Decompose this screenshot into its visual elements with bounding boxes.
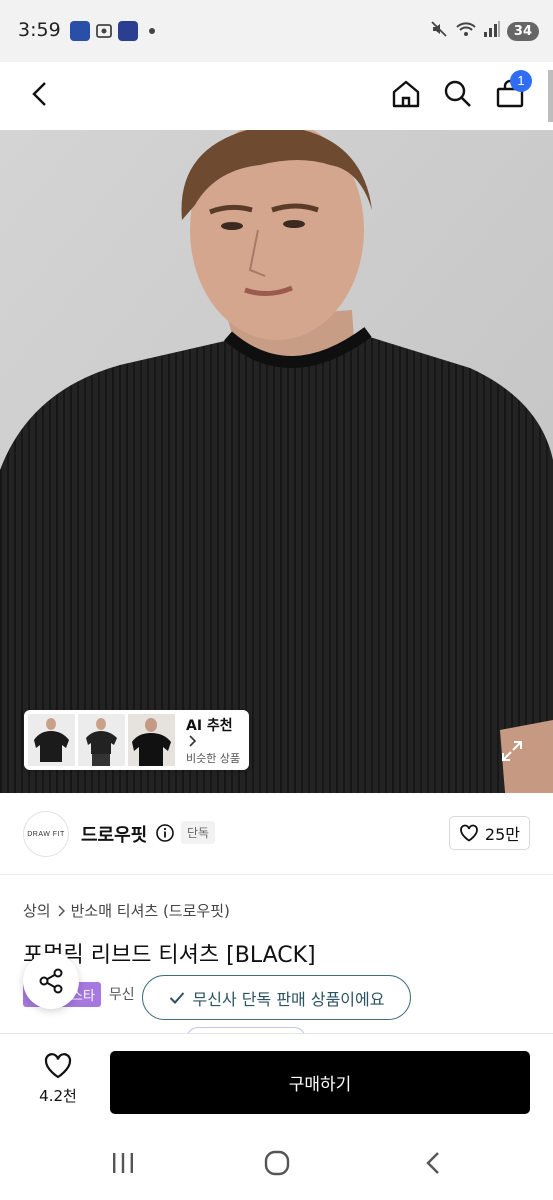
scroll-indicator [548,70,553,122]
recent-apps-button[interactable] [103,1147,143,1179]
exclusive-toast: 무신사 단독 판매 상품이에요 [142,975,411,1020]
check-icon [169,991,184,1004]
info-icon[interactable] [155,823,175,847]
chevron-right-icon [58,904,65,917]
heart-icon [460,824,478,842]
breadcrumb-subcategory[interactable]: 반소매 티셔츠 (드로우핏) [71,900,230,921]
status-bar: 3:59 34 [0,0,553,62]
back-icon [32,82,46,106]
notification-dot [149,28,155,34]
home-icon [392,80,420,108]
product-photo [0,130,553,793]
home-circle-icon [264,1150,290,1176]
breadcrumb-category[interactable]: 상의 [23,900,51,921]
buy-button[interactable]: 구매하기 [110,1051,530,1114]
similar-thumb-2[interactable] [78,714,125,766]
search-icon [444,80,471,107]
back-button[interactable] [20,74,60,114]
home-button[interactable] [386,74,426,114]
similar-thumb-1[interactable] [28,714,75,766]
status-time: 3:59 [18,19,61,41]
product-image[interactable]: AI 추천 비슷한 상품 [0,130,553,793]
share-icon [39,968,63,994]
ai-recommend-card[interactable]: AI 추천 비슷한 상품 [24,710,249,770]
search-button[interactable] [438,74,478,114]
wishlist-button[interactable]: 4.2천 [30,1052,86,1106]
purchase-bar: 4.2천 구매하기 [0,1033,553,1125]
brand-like-count: 25만 [484,825,520,844]
brand-logo[interactable]: DRAW FIT [23,811,69,857]
ai-recommend-subtitle: 비슷한 상품 [186,751,241,765]
share-button[interactable] [23,953,79,1009]
wishlist-count: 4.2천 [39,1087,77,1105]
battery-icon: 34 [506,21,539,41]
cart-badge: 1 [510,70,532,92]
screenshot-icon [94,21,114,41]
expand-icon [502,741,522,761]
back-system-button[interactable] [413,1147,453,1179]
toast-text: 무신사 단독 판매 상품이에요 [192,989,385,1009]
top-nav: 1 [0,62,553,130]
store-tag: 무신 [108,987,135,1003]
signal-icon [483,20,501,42]
heart-icon [44,1053,72,1079]
brand-like-button[interactable]: 25만 [448,816,530,850]
recent-apps-icon [113,1153,133,1173]
keyboard-icon [70,21,90,41]
breadcrumb: 상의 반소매 티셔츠 (드로우핏) [23,900,230,921]
system-nav [0,1125,553,1200]
home-system-button[interactable] [257,1147,297,1179]
ai-recommend-title: AI 추천 [186,715,240,747]
brand-row: DRAW FIT 드로우핏 단독 25만 [0,793,553,875]
wifi-icon [455,19,477,43]
cart-button[interactable]: 1 [490,70,532,114]
brand-name[interactable]: 드로우핏 [81,821,147,847]
exclusive-badge: 단독 [181,821,216,844]
app-icon [118,21,138,41]
mute-icon [429,19,449,43]
chevron-right-icon [189,734,197,747]
expand-image-button[interactable] [494,733,530,769]
back-arrow-icon [426,1152,439,1174]
similar-thumb-3[interactable] [128,714,175,766]
